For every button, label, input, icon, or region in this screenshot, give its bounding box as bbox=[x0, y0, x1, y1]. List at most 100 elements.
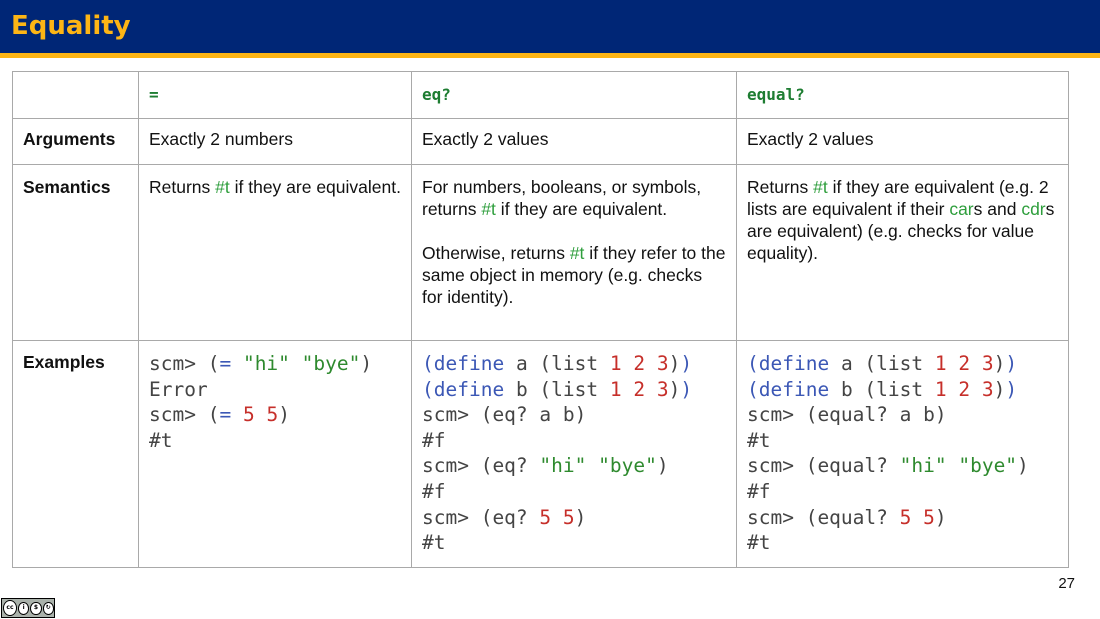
code-token: ) bbox=[668, 352, 681, 375]
header-cell-eq: eq? bbox=[411, 71, 737, 119]
code-token: 2 bbox=[958, 377, 971, 401]
code-token: 5 bbox=[539, 505, 552, 529]
code-token: 1 bbox=[609, 352, 622, 375]
code-line: #f bbox=[422, 428, 726, 454]
code-line: scm> (equal? a b) bbox=[747, 402, 1058, 428]
code-line: #f bbox=[747, 479, 1058, 505]
semantics-text: s and bbox=[973, 199, 1022, 219]
examples-eq: (define a (list 1 2 3)) (define b (list 1… bbox=[411, 340, 737, 568]
table-header-row: = eq? equal? bbox=[12, 71, 1069, 119]
code-token: define bbox=[433, 352, 505, 375]
code-line: (define a (list 1 2 3)) bbox=[422, 351, 726, 377]
code-token: ) bbox=[278, 403, 290, 427]
code-token: "bye" bbox=[598, 454, 657, 478]
code-token: a (list bbox=[829, 352, 935, 375]
equality-comparison-table: = eq? equal? Arguments Exactly 2 numbers… bbox=[12, 71, 1069, 568]
code-token: #t bbox=[747, 531, 771, 555]
code-token: define bbox=[433, 377, 505, 401]
code-token: #t bbox=[149, 428, 173, 452]
code-token: ) bbox=[1017, 454, 1029, 478]
code-line: scm> (eq? "hi" "bye") bbox=[422, 453, 726, 479]
code-token: scm> ( bbox=[149, 352, 220, 375]
cdr-keyword: cdr bbox=[1021, 199, 1046, 219]
code-token: ) bbox=[1005, 352, 1018, 375]
true-literal: #t bbox=[569, 243, 585, 263]
code-line: #t bbox=[149, 428, 401, 454]
true-literal: #t bbox=[813, 177, 828, 197]
code-token: 5 bbox=[562, 505, 575, 529]
semantics-paragraph: For numbers, booleans, or symbols, retur… bbox=[422, 176, 726, 220]
header-equals-label: = bbox=[149, 85, 159, 104]
code-token: 3 bbox=[656, 377, 669, 401]
code-line: #t bbox=[747, 428, 1058, 454]
code-token: ( bbox=[422, 377, 434, 401]
code-token: ) bbox=[656, 454, 669, 478]
code-block-eq: (define a (list 1 2 3)) (define b (list 1… bbox=[422, 351, 726, 556]
code-token: 5 bbox=[242, 403, 255, 427]
code-token: #t bbox=[422, 531, 446, 555]
code-block-equals: scm> (= "hi" "bye") Error scm> (= 5 5) #t bbox=[149, 351, 401, 453]
code-token: ) bbox=[574, 505, 587, 529]
semantics-text: Returns bbox=[747, 177, 814, 197]
true-literal: #t bbox=[215, 177, 230, 197]
by-icon: i bbox=[17, 601, 30, 615]
examples-equal: (define a (list 1 2 3)) (define b (list 1… bbox=[736, 340, 1069, 568]
header-eq-label: eq? bbox=[422, 85, 451, 104]
code-token: ( bbox=[747, 377, 759, 401]
code-token: 1 bbox=[609, 377, 622, 401]
code-token: = bbox=[219, 352, 232, 375]
code-token: 3 bbox=[981, 352, 994, 375]
code-line: scm> (eq? a b) bbox=[422, 402, 726, 428]
code-token: scm> ( bbox=[149, 403, 220, 427]
row-label-semantics: Semantics bbox=[12, 164, 139, 341]
code-token: define bbox=[758, 377, 830, 401]
row-label-examples: Examples bbox=[12, 340, 139, 568]
code-token: Error bbox=[149, 377, 208, 401]
code-token: #f bbox=[422, 428, 446, 452]
code-token: "hi" bbox=[899, 454, 947, 478]
arguments-equal: Exactly 2 values bbox=[736, 118, 1069, 165]
semantics-equals: Returns #t if they are equivalent. bbox=[138, 164, 412, 341]
code-line: scm> (eq? 5 5) bbox=[422, 505, 726, 531]
code-token: 5 bbox=[266, 403, 279, 427]
slide-header-bar bbox=[0, 0, 1100, 53]
nc-icon: $ bbox=[30, 601, 42, 615]
code-token: ) bbox=[680, 377, 693, 401]
code-token: scm> (equal? a b) bbox=[747, 403, 947, 427]
sa-icon: ↻ bbox=[42, 601, 54, 615]
page-number: 27 bbox=[1058, 575, 1075, 592]
slide-title: Equality bbox=[11, 11, 131, 41]
code-token: define bbox=[758, 352, 830, 375]
code-token: "bye" bbox=[301, 352, 361, 375]
row-label-arguments: Arguments bbox=[12, 118, 139, 165]
car-keyword: car bbox=[949, 199, 974, 219]
code-token: ) bbox=[993, 377, 1006, 401]
header-equal-label: equal? bbox=[747, 85, 805, 104]
semantics-eq: For numbers, booleans, or symbols, retur… bbox=[411, 164, 737, 341]
code-token: ) bbox=[360, 352, 373, 375]
code-token: 5 bbox=[899, 505, 912, 529]
code-token: scm> (eq? a b) bbox=[422, 403, 587, 427]
semantics-text: if they are equivalent. bbox=[229, 177, 401, 197]
code-token: "hi" bbox=[539, 454, 587, 478]
code-line: scm> (equal? "hi" "bye") bbox=[747, 453, 1058, 479]
table-row-arguments: Arguments Exactly 2 numbers Exactly 2 va… bbox=[12, 118, 1069, 165]
cc-license-badge: cc i $ ↻ bbox=[1, 598, 55, 618]
code-token: #f bbox=[422, 479, 446, 503]
code-token: ) bbox=[934, 505, 947, 529]
code-token: #t bbox=[747, 428, 771, 452]
